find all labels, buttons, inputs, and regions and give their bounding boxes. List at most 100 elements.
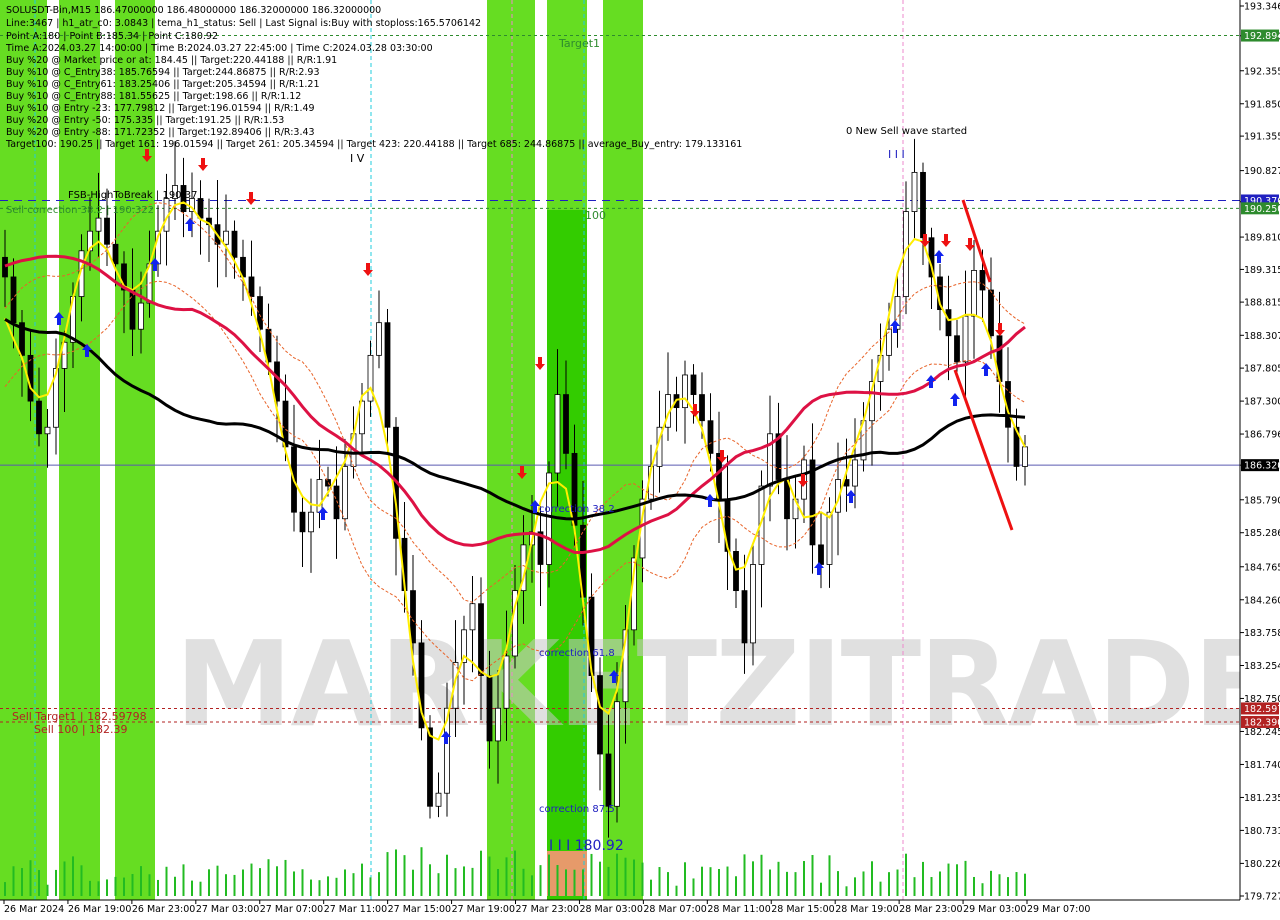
candle-body: [36, 400, 42, 435]
price-tag-label: 190.250: [1244, 204, 1280, 215]
info-line: Buy %20 @ Entry -50: 175.335 || Target:1…: [6, 115, 284, 126]
candle-body: [376, 322, 382, 356]
candle-body: [741, 590, 748, 644]
info-line: Buy %20 @ Market price or at: 184.45 || …: [6, 55, 337, 66]
candle-body: [911, 171, 918, 212]
candle-body: [112, 243, 119, 265]
price-tick-label: 184.765: [1244, 562, 1280, 573]
price-tick-label: 187.300: [1244, 397, 1280, 408]
time-tick-label: 27 Mar 07:00: [260, 904, 323, 915]
time-tick-label: 26 Mar 23:00: [132, 904, 195, 915]
time-tick-label: 27 Mar 23:00: [516, 904, 579, 915]
info-line: Target100: 190.25 || Target 161: 196.015…: [5, 139, 742, 150]
candle-body: [223, 230, 229, 245]
info-line: Time A:2024.03.27 14:00:00 | Time B:2024…: [5, 43, 433, 54]
price-tick-label: 183.254: [1244, 661, 1280, 672]
candle-body: [563, 394, 569, 454]
candle-body: [750, 564, 756, 644]
candle-body: [920, 171, 926, 239]
price-tick-label: 192.355: [1244, 66, 1280, 77]
candle-body: [597, 675, 603, 755]
candle-body: [333, 485, 340, 520]
candle-body: [299, 511, 306, 533]
candle-body: [274, 361, 280, 402]
candle-body: [478, 603, 484, 676]
candle-body: [495, 707, 501, 742]
candle-body: [308, 511, 314, 533]
time-tick-label: 28 Mar 07:00: [643, 904, 706, 915]
price-tick-label: 187.805: [1244, 364, 1280, 375]
candle-body: [690, 374, 697, 395]
candle-body: [486, 675, 493, 742]
target1-label: Target1: [558, 37, 600, 50]
price-tag-label: 182.597: [1244, 704, 1280, 715]
price-tick-label: 186.796: [1244, 430, 1280, 441]
info-line: Buy %10 @ Entry -23: 177.79812 || Target…: [6, 103, 315, 114]
candle-body: [138, 302, 144, 330]
price-tick-label: 183.758: [1244, 628, 1280, 639]
candle-body: [95, 217, 102, 232]
candle-body: [384, 322, 391, 428]
time-tick-label: 27 Mar 19:00: [452, 904, 515, 915]
correction-618-label: correction 61.8: [539, 648, 615, 659]
price-tick-label: 191.355: [1244, 132, 1280, 143]
price-tick-label: 188.307: [1244, 331, 1280, 342]
candle-body: [44, 426, 51, 435]
candle-body: [971, 270, 977, 317]
price-tick-label: 188.815: [1244, 298, 1280, 309]
price-tick-label: 180.731: [1244, 826, 1280, 837]
candle-body: [979, 270, 986, 291]
info-line: Point A:180 | Point B:185.34 | Point C:1…: [6, 31, 218, 42]
candle-body: [410, 590, 416, 644]
candle-body: [316, 479, 323, 513]
info-line: Buy %10 @ C_Entry88: 181.55625 || Target…: [6, 91, 301, 102]
correction-382-label: correction 38.2: [539, 504, 615, 515]
price-chart[interactable]: MARKETZITRADE SOLUSDT-Bin,M15 186.470000…: [0, 0, 1280, 920]
candle-body: [554, 394, 561, 474]
info-line: Line:3467 | h1_atr_c0: 3.0843 | tema_h1_…: [6, 18, 481, 29]
level-100-label: 100: [585, 209, 606, 222]
price-tick-label: 191.850: [1244, 99, 1280, 110]
price-tick-label: 193.346: [1244, 2, 1280, 13]
candle-body: [342, 466, 348, 520]
watermark-text: MARKETZITRADE: [175, 615, 1272, 753]
candle-body: [945, 309, 952, 337]
time-tick-label: 28 Mar 23:00: [899, 904, 962, 915]
new-wave-label: 0 New Sell wave started: [846, 126, 967, 137]
time-tick-label: 28 Mar 15:00: [771, 904, 834, 915]
time-tick-label: 27 Mar 15:00: [388, 904, 451, 915]
candle-body: [129, 289, 136, 330]
candle-body: [733, 551, 739, 592]
price-tick-label: 189.315: [1244, 265, 1280, 276]
candle-body: [614, 701, 620, 807]
price-tick-label: 181.740: [1244, 760, 1280, 771]
time-tick-label: 27 Mar 03:00: [196, 904, 259, 915]
time-tick-label: 29 Mar 03:00: [963, 904, 1026, 915]
time-tick-label: 29 Mar 07:00: [1027, 904, 1090, 915]
candle-body: [988, 289, 994, 337]
price-tick-label: 182.245: [1244, 727, 1280, 738]
candle-body: [852, 459, 858, 487]
candle-body: [826, 511, 833, 565]
sell-100-label: Sell 100 | 182.39: [34, 723, 128, 736]
candle-body: [231, 230, 238, 258]
price-tag-label: 186.320: [1244, 461, 1280, 472]
candle-body: [2, 256, 8, 278]
price-axis: 193.346192.890192.355191.850191.355190.8…: [1239, 0, 1280, 903]
candle-body: [954, 335, 960, 363]
price-tick-label: 190.827: [1244, 166, 1280, 177]
candle-body: [427, 727, 433, 807]
candle-body: [605, 753, 612, 807]
candle-body: [469, 603, 476, 631]
time-tick-label: 28 Mar 19:00: [835, 904, 898, 915]
time-tick-label: 26 Mar 19:00: [68, 904, 131, 915]
price-tick-label: 185.286: [1244, 528, 1280, 539]
sell-correction-label: Sell correction 38.2 | 190.322: [6, 205, 154, 216]
candle-body: [197, 198, 204, 219]
candle-body: [682, 374, 688, 409]
candle-body: [818, 544, 824, 565]
price-tick-label: 184.260: [1244, 595, 1280, 606]
price-tick-label: 189.810: [1244, 233, 1280, 244]
candle-body: [503, 655, 510, 709]
time-tick-label: 27 Mar 11:00: [324, 904, 387, 915]
